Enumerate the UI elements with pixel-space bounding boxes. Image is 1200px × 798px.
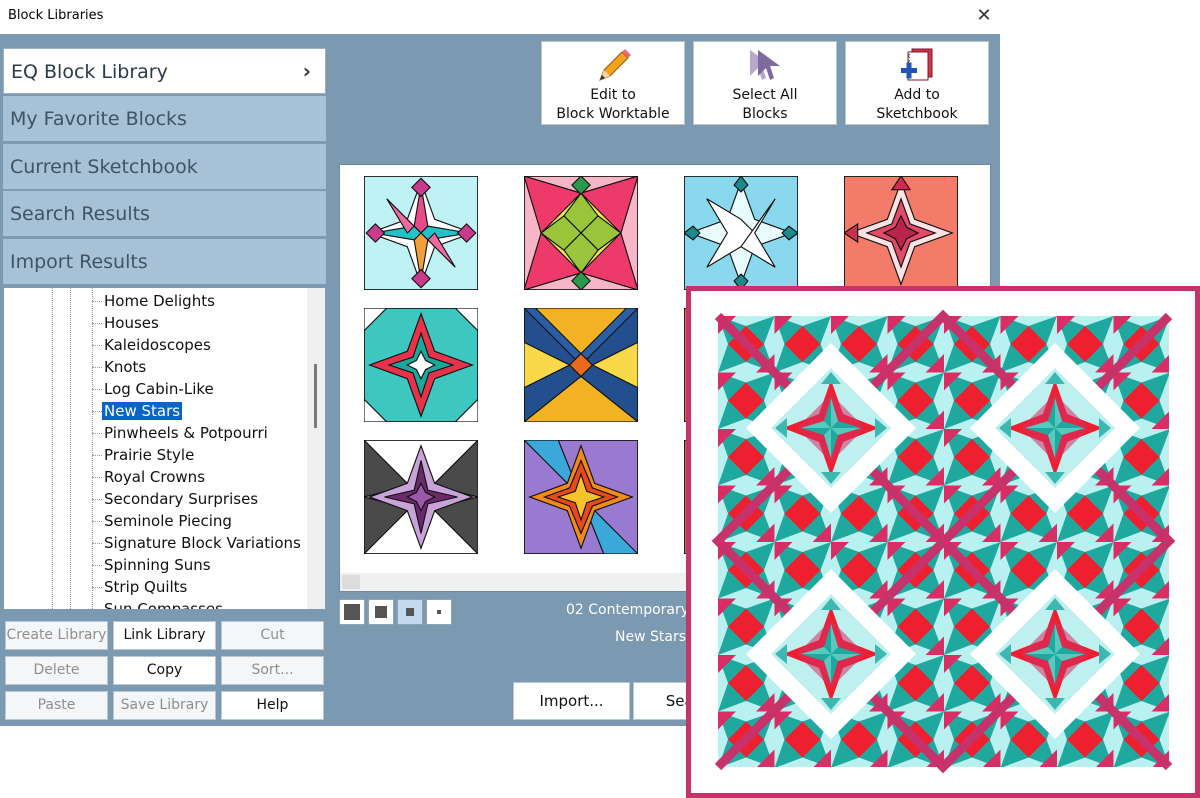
tree-item[interactable]: Houses: [92, 313, 159, 333]
tree-item[interactable]: Pinwheels & Potpourri: [92, 423, 268, 443]
tree-item[interactable]: Sun Compasses: [104, 599, 223, 609]
button-label: Block Worktable: [556, 106, 670, 122]
quilt-image: [711, 309, 1176, 774]
library-my-favorite-blocks[interactable]: My Favorite Blocks: [3, 96, 326, 142]
quilt-preview: [686, 286, 1200, 798]
tree-scrollbar[interactable]: [307, 288, 325, 609]
library-label: Import Results: [10, 251, 148, 273]
button-label: Add to: [894, 87, 940, 103]
tree-item[interactable]: Spinning Suns: [92, 555, 211, 575]
tree-guide-line: [52, 288, 53, 609]
thumb-size-xl-button[interactable]: [339, 599, 365, 625]
button-label: Edit to: [590, 87, 636, 103]
block-thumbnail[interactable]: [524, 176, 638, 290]
pencil-icon: [599, 49, 631, 81]
delete-button[interactable]: Delete: [5, 656, 108, 685]
import-button[interactable]: Import...: [513, 682, 630, 720]
close-icon[interactable]: ✕: [970, 2, 998, 30]
category-tree[interactable]: Home Delights Houses Kaleidoscopes Knots…: [3, 287, 326, 610]
chevron-right-icon: ›: [302, 59, 311, 83]
block-thumbnail[interactable]: [364, 176, 478, 290]
button-label: Sketchbook: [876, 106, 958, 122]
block-thumbnail[interactable]: [684, 176, 798, 290]
tree-item[interactable]: Signature Block Variations: [92, 533, 301, 553]
select-all-blocks-button[interactable]: Select All Blocks: [693, 41, 837, 125]
library-import-results[interactable]: Import Results: [3, 239, 326, 285]
button-label: Blocks: [742, 106, 788, 122]
tree-item[interactable]: Home Delights: [92, 291, 215, 311]
copy-button[interactable]: Copy: [113, 656, 216, 685]
window-title: Block Libraries: [8, 8, 104, 23]
tree-item[interactable]: Seminole Piecing: [92, 511, 232, 531]
block-category-label: 02 Contemporary: [566, 602, 690, 618]
tree-item[interactable]: Log Cabin-Like: [92, 379, 214, 399]
title-bar: Block Libraries ✕: [0, 0, 1000, 34]
thumb-size-large-button[interactable]: [368, 599, 394, 625]
tree-item[interactable]: Strip Quilts: [91, 577, 187, 597]
sketchbook-add-icon: [901, 48, 933, 81]
sort-button[interactable]: Sort...: [221, 656, 324, 685]
thumb-size-small-button[interactable]: [426, 599, 452, 625]
library-label: My Favorite Blocks: [10, 108, 187, 130]
library-label: Search Results: [10, 203, 150, 225]
cursor-icon: [750, 50, 780, 80]
tree-item-selected[interactable]: New Stars: [91, 401, 183, 421]
tree-item[interactable]: Secondary Surprises: [91, 489, 258, 509]
paste-button[interactable]: Paste: [5, 691, 108, 720]
block-thumbnail[interactable]: [524, 440, 638, 554]
help-button[interactable]: Help: [221, 691, 324, 720]
link-library-button[interactable]: Link Library: [113, 621, 216, 650]
tree-item[interactable]: Kaleidoscopes: [92, 335, 211, 355]
block-thumbnail[interactable]: [364, 308, 478, 422]
thumb-size-medium-button[interactable]: [397, 599, 423, 625]
create-library-button[interactable]: Create Library: [5, 621, 108, 650]
scrollbar-thumb[interactable]: [342, 575, 360, 589]
library-label: EQ Block Library: [11, 61, 168, 83]
tree-guide-line: [70, 288, 71, 609]
tree-item[interactable]: Royal Crowns: [91, 467, 205, 487]
save-library-button[interactable]: Save Library: [113, 691, 216, 720]
square-icon: [344, 604, 360, 620]
square-icon: [406, 608, 414, 616]
block-style-label: New Stars: [615, 629, 686, 645]
library-label: Current Sketchbook: [10, 156, 198, 178]
button-label: Select All: [732, 87, 798, 103]
block-thumbnail[interactable]: [364, 440, 478, 554]
tree-guide-line: [92, 288, 93, 609]
library-current-sketchbook[interactable]: Current Sketchbook: [3, 144, 326, 190]
edit-to-block-worktable-button[interactable]: Edit to Block Worktable: [541, 41, 685, 125]
tree-item[interactable]: Prairie Style: [91, 445, 194, 465]
square-icon: [375, 606, 387, 618]
block-thumbnail[interactable]: [524, 308, 638, 422]
cut-button[interactable]: Cut: [221, 621, 324, 650]
add-to-sketchbook-button[interactable]: Add to Sketchbook: [845, 41, 989, 125]
library-eq-block-library[interactable]: EQ Block Library ›: [3, 48, 326, 94]
library-search-results[interactable]: Search Results: [3, 191, 326, 237]
square-icon: [437, 610, 441, 614]
scrollbar-thumb[interactable]: [314, 364, 317, 428]
tree-item[interactable]: Knots: [91, 357, 146, 377]
block-thumbnail[interactable]: [844, 176, 958, 290]
